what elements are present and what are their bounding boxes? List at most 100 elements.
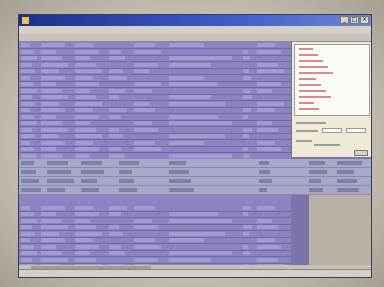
table-cell [109, 147, 121, 151]
list-item[interactable] [299, 72, 333, 74]
panel-button[interactable] [354, 150, 368, 156]
table-cell [21, 218, 38, 223]
table-cell [169, 251, 232, 255]
table-cell [75, 205, 93, 210]
form-field[interactable] [322, 128, 342, 133]
table-cell [169, 43, 204, 47]
table-cell [169, 161, 186, 165]
maximize-button[interactable]: □ [350, 16, 359, 24]
table-cell [41, 82, 56, 86]
window-controls: _ □ × [340, 16, 369, 24]
table-cell [243, 147, 248, 151]
table-cell [47, 179, 74, 183]
title-bar[interactable]: _ □ × [19, 15, 371, 26]
table-cell [41, 251, 62, 255]
list-item[interactable] [299, 78, 316, 80]
table-cell [134, 88, 152, 93]
app-window: _ □ × [18, 14, 372, 278]
maximize-icon: □ [351, 16, 358, 23]
empty-area [309, 195, 371, 275]
table-cell [109, 114, 121, 119]
table-cell [259, 170, 271, 174]
table-cell [309, 170, 327, 174]
table-cell [75, 153, 90, 158]
table-cell [41, 212, 56, 216]
table-cell [243, 114, 248, 119]
table-cell [134, 101, 149, 106]
table-cell [75, 95, 96, 99]
table-cell [75, 134, 102, 138]
table-cell [257, 127, 278, 132]
table-cell [75, 121, 90, 125]
table-cell [75, 69, 102, 73]
table-cell [47, 161, 68, 165]
list-item[interactable] [299, 66, 328, 68]
status-bar [19, 269, 371, 277]
table-cell [75, 43, 93, 47]
list-item[interactable] [299, 48, 313, 50]
table-cell [119, 170, 133, 174]
table-cell [169, 238, 204, 242]
list-item[interactable] [299, 84, 321, 86]
table-cell [41, 225, 68, 229]
minimize-button[interactable]: _ [340, 16, 349, 24]
form-field[interactable] [346, 128, 366, 133]
table-cell [75, 75, 93, 80]
form-label [314, 144, 340, 146]
minimize-icon: _ [343, 16, 346, 23]
table-cell [75, 244, 99, 249]
table-cell [21, 56, 38, 60]
selected-row[interactable] [19, 177, 371, 186]
table-cell [257, 62, 278, 67]
table-cell [257, 82, 281, 86]
table-cell [257, 244, 281, 249]
table-cell [21, 127, 32, 132]
selected-row[interactable] [19, 168, 371, 177]
table-cell [41, 134, 59, 138]
table-cell [169, 231, 225, 236]
table-cell [109, 95, 119, 99]
table-cell [337, 188, 360, 192]
table-cell [75, 257, 96, 262]
table-cell [21, 49, 34, 54]
table-cell [134, 43, 155, 47]
table-cell [41, 95, 68, 99]
table-cell [109, 244, 121, 249]
table-cell [21, 238, 30, 242]
selected-row[interactable] [19, 159, 371, 168]
table-cell [243, 88, 250, 93]
list-item[interactable] [299, 54, 318, 56]
table-cell [257, 225, 278, 229]
table-cell [134, 82, 161, 86]
list-item[interactable] [299, 108, 319, 110]
table-cell [41, 101, 59, 106]
table-cell [21, 121, 38, 125]
list-item[interactable] [299, 96, 331, 98]
list-item[interactable] [299, 60, 323, 62]
table-cell [109, 69, 123, 73]
table-cell [75, 127, 96, 132]
close-button[interactable]: × [360, 16, 369, 24]
table-cell [243, 153, 250, 158]
table-cell [75, 251, 90, 255]
table-cell [75, 238, 93, 242]
table-cell [21, 170, 37, 174]
table-cell [75, 101, 102, 106]
table-cell [21, 101, 36, 106]
table-cell [21, 147, 34, 151]
form-label [296, 122, 326, 124]
table-cell [109, 56, 125, 60]
table-cell [109, 212, 121, 216]
side-list[interactable] [294, 44, 370, 116]
table-cell [257, 147, 281, 151]
list-item[interactable] [299, 102, 314, 104]
selected-rows[interactable] [19, 159, 371, 195]
table-cell [75, 212, 99, 216]
table-cell [41, 244, 56, 249]
table-cell [41, 238, 65, 242]
table-cell [169, 188, 195, 192]
selected-row[interactable] [19, 186, 371, 195]
list-item[interactable] [299, 90, 326, 92]
table-cell [41, 147, 56, 151]
table-cell [169, 121, 232, 125]
